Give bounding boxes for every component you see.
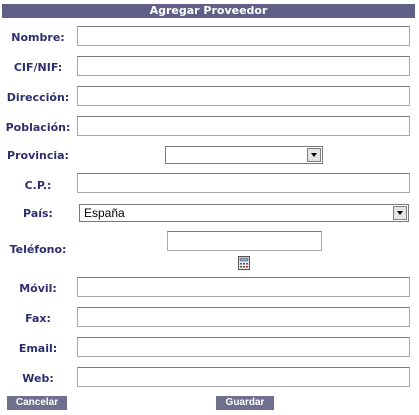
telefono-input[interactable] [167, 231, 322, 251]
fax-label: Fax: [25, 312, 51, 325]
movil-input[interactable] [77, 277, 410, 297]
provincia-label: Provincia: [7, 149, 69, 162]
form-title: Agregar Proveedor [2, 4, 415, 18]
nombre-label: Nombre: [11, 31, 65, 44]
cif-input[interactable] [77, 56, 410, 76]
email-label: Email: [18, 342, 58, 355]
pais-label: País: [23, 207, 53, 220]
poblacion-input[interactable] [77, 116, 410, 136]
cancel-button[interactable]: Cancelar [7, 396, 67, 410]
fax-input[interactable] [77, 307, 410, 327]
web-label: Web: [22, 372, 54, 385]
direccion-input[interactable] [77, 86, 410, 106]
poblacion-label: Población: [5, 121, 71, 134]
provincia-select[interactable] [165, 146, 323, 164]
web-input[interactable] [77, 367, 410, 387]
cif-label: CIF/NIF: [13, 61, 63, 74]
direccion-label: Dirección: [6, 91, 70, 104]
pais-selected-value: España [84, 206, 125, 220]
calculator-icon[interactable] [238, 256, 250, 270]
cp-input[interactable] [77, 173, 410, 193]
chevron-down-icon[interactable] [307, 148, 321, 162]
cp-label: C.P.: [24, 179, 52, 192]
save-button[interactable]: Guardar [216, 396, 274, 410]
telefono-label: Teléfono: [9, 243, 67, 256]
chevron-down-icon[interactable] [393, 206, 407, 220]
movil-label: Móvil: [19, 282, 57, 295]
email-input[interactable] [77, 337, 410, 357]
pais-select[interactable]: España [79, 204, 409, 222]
nombre-input[interactable] [77, 26, 410, 46]
